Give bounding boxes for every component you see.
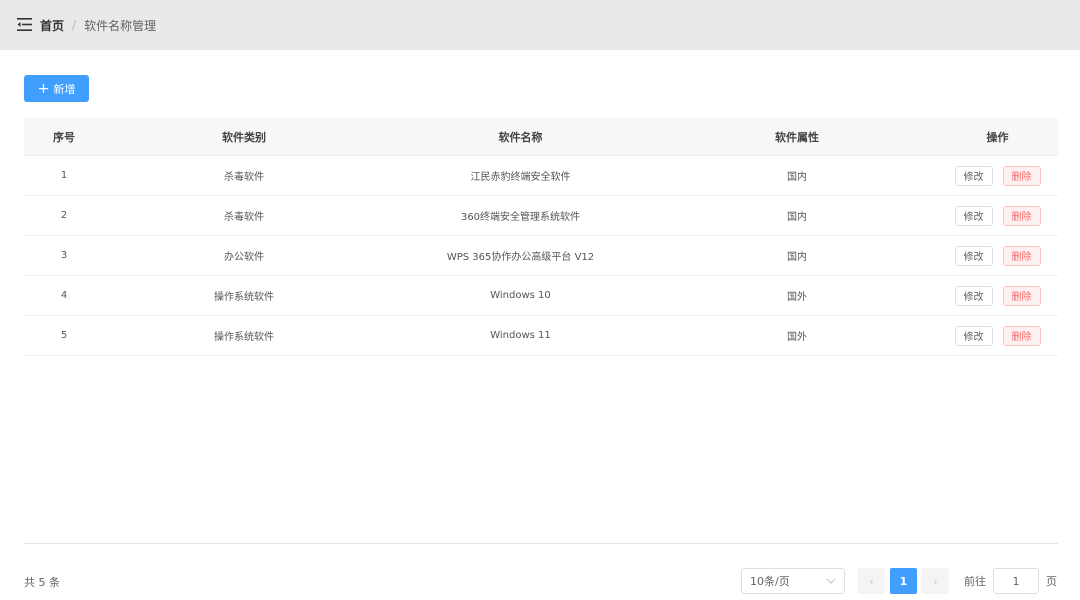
delete-button[interactable]: 删除 — [1002, 165, 1041, 186]
cell-actions: 修改 删除 — [937, 325, 1058, 346]
total-count: 共 5 条 — [24, 576, 60, 589]
add-button-label: 新增 — [53, 82, 76, 96]
column-header-attribute: 软件属性 — [775, 130, 819, 144]
plus-icon: + — [37, 80, 50, 97]
cell-attribute: 国外 — [787, 292, 807, 303]
cell-name: 360终端安全管理系统软件 — [460, 212, 581, 223]
table-row: 2 杀毒软件 360终端安全管理系统软件 国内 修改 删除 — [24, 196, 1058, 236]
edit-button[interactable]: 修改 — [954, 165, 993, 186]
page-size-select[interactable]: 10条/页 — [741, 568, 845, 594]
edit-button[interactable]: 修改 — [954, 325, 993, 346]
top-bar: 首页 / 软件名称管理 — [0, 0, 1080, 50]
delete-button[interactable]: 删除 — [1002, 245, 1041, 266]
chevron-down-icon — [826, 578, 836, 584]
cell-name: WPS 365协作办公高级平台 V12 — [446, 252, 595, 263]
pagination: 10条/页 ‹ 1 › 前往 页 — [741, 568, 1057, 594]
goto-label: 前往 — [964, 575, 986, 588]
chevron-right-icon: › — [933, 574, 938, 588]
column-header-actions: 操作 — [986, 130, 1009, 144]
cell-name: 江民赤豹终端安全软件 — [470, 172, 571, 183]
cell-index: 5 — [60, 330, 68, 341]
cell-category: 操作系统软件 — [214, 332, 274, 343]
table-row: 4 操作系统软件 Windows 10 国外 修改 删除 — [24, 276, 1058, 316]
menu-toggle-icon[interactable] — [17, 17, 32, 32]
cell-actions: 修改 删除 — [937, 165, 1058, 186]
cell-index: 3 — [60, 250, 68, 261]
breadcrumb-separator: / — [72, 18, 77, 32]
column-header-category: 软件类别 — [222, 130, 266, 144]
chevron-left-icon: ‹ — [869, 574, 874, 588]
cell-attribute: 国外 — [787, 332, 807, 343]
cell-category: 操作系统软件 — [214, 292, 274, 303]
cell-index: 4 — [60, 290, 68, 301]
table-row: 5 操作系统软件 Windows 11 国外 修改 删除 — [24, 316, 1058, 356]
cell-actions: 修改 删除 — [937, 245, 1058, 266]
prev-page-button[interactable]: ‹ — [858, 568, 885, 594]
cell-category: 杀毒软件 — [224, 212, 264, 223]
column-header-index: 序号 — [53, 130, 75, 144]
cell-category: 杀毒软件 — [224, 172, 264, 183]
delete-button[interactable]: 删除 — [1002, 205, 1041, 226]
goto-page-input[interactable] — [993, 568, 1039, 594]
table-row: 1 杀毒软件 江民赤豹终端安全软件 国内 修改 删除 — [24, 156, 1058, 196]
column-header-name: 软件名称 — [498, 130, 543, 144]
cell-actions: 修改 删除 — [937, 205, 1058, 226]
next-page-button[interactable]: › — [922, 568, 949, 594]
cell-category: 办公软件 — [224, 252, 264, 263]
edit-button[interactable]: 修改 — [954, 205, 993, 226]
breadcrumb-home[interactable]: 首页 — [40, 17, 64, 34]
cell-name: Windows 11 — [490, 330, 551, 341]
page-size-value: 10条/页 — [750, 575, 790, 588]
footer-divider — [24, 543, 1058, 544]
goto-suffix: 页 — [1046, 575, 1057, 588]
edit-button[interactable]: 修改 — [954, 245, 993, 266]
cell-attribute: 国内 — [787, 212, 807, 223]
cell-attribute: 国内 — [787, 172, 807, 183]
delete-button[interactable]: 删除 — [1002, 325, 1041, 346]
table-header: 序号 软件类别 软件名称 软件属性 操作 — [24, 118, 1058, 156]
breadcrumb-current: 软件名称管理 — [84, 18, 157, 33]
delete-button[interactable]: 删除 — [1002, 285, 1041, 306]
cell-attribute: 国内 — [787, 252, 807, 263]
add-button[interactable]: + 新增 — [24, 75, 89, 102]
cell-actions: 修改 删除 — [937, 285, 1058, 306]
page-number-current[interactable]: 1 — [890, 568, 917, 594]
cell-index: 2 — [60, 210, 68, 221]
table-row: 3 办公软件 WPS 365协作办公高级平台 V12 国内 修改 删除 — [24, 236, 1058, 276]
cell-name: Windows 10 — [490, 290, 551, 301]
edit-button[interactable]: 修改 — [954, 285, 993, 306]
software-table: 序号 软件类别 软件名称 软件属性 操作 1 杀毒软件 江民赤豹终端安全软件 国… — [24, 118, 1058, 356]
breadcrumb: 首页 / 软件名称管理 — [40, 0, 156, 50]
cell-index: 1 — [60, 170, 68, 181]
